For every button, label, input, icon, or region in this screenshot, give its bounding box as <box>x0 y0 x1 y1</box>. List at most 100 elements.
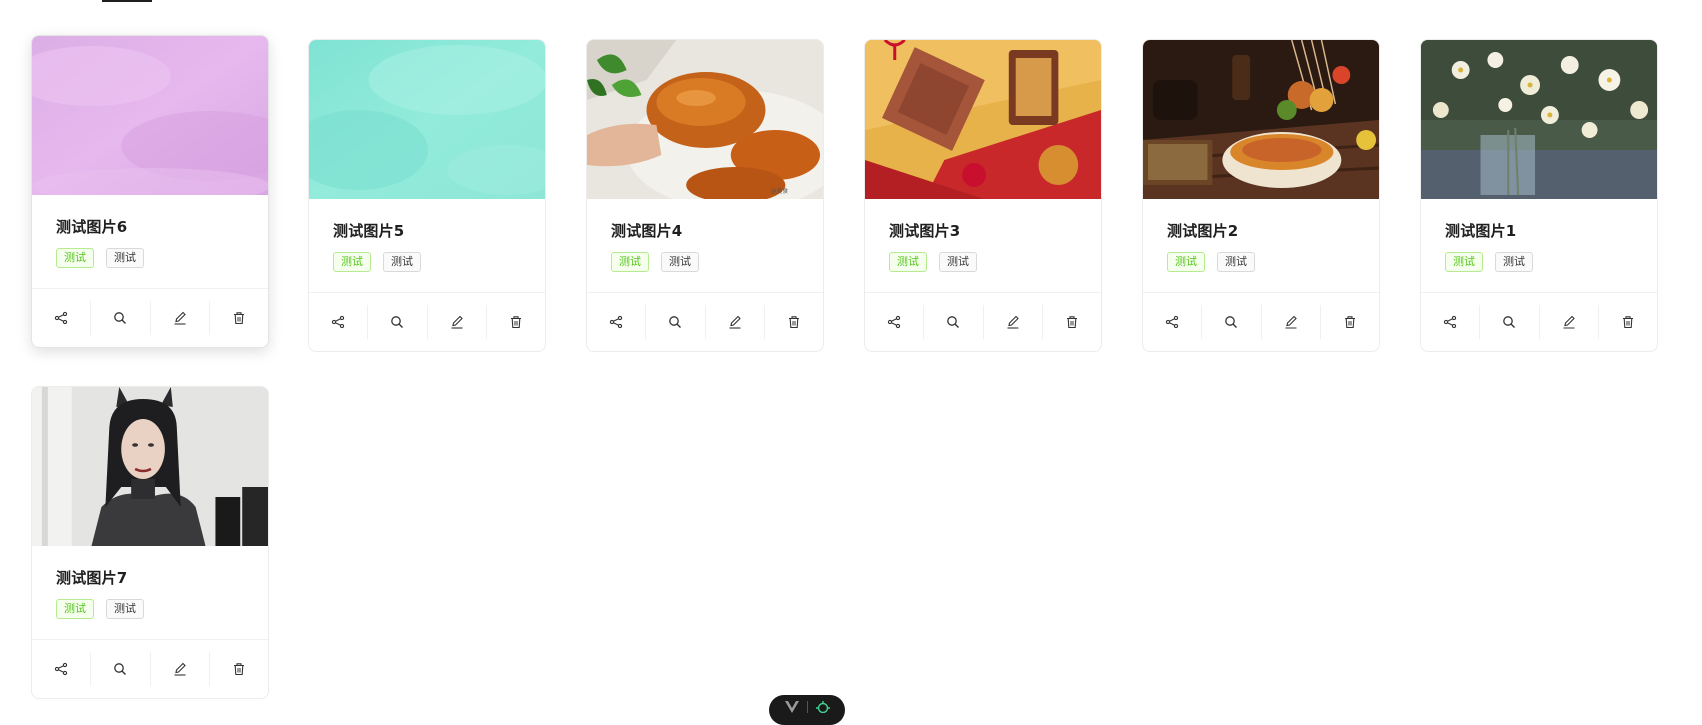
card-actions <box>32 288 268 347</box>
card-title: 测试图片4 <box>611 222 683 240</box>
share-icon <box>54 311 68 325</box>
share-button[interactable] <box>587 305 647 339</box>
image-card[interactable]: 测试图片5 测试 测试 <box>308 39 546 352</box>
card-image-portrait[interactable] <box>32 387 268 546</box>
card-image-pink-watercolor[interactable] <box>32 36 268 195</box>
image-card[interactable]: @美食 测试图片4 测试 测试 <box>586 39 824 352</box>
active-tab-indicator <box>102 0 152 2</box>
delete-button[interactable] <box>1043 305 1101 339</box>
search-icon <box>391 316 404 328</box>
share-icon <box>609 315 623 329</box>
preview-button[interactable] <box>924 305 984 339</box>
floating-devtools-bar[interactable] <box>769 695 845 725</box>
card-actions <box>1421 292 1657 351</box>
card-actions <box>865 292 1101 351</box>
card-title: 测试图片2 <box>1167 222 1239 240</box>
edit-icon <box>174 662 186 676</box>
delete-icon <box>233 663 244 676</box>
edit-icon <box>1563 315 1575 329</box>
tag-default: 测试 <box>106 248 144 268</box>
card-title: 测试图片6 <box>56 218 128 236</box>
card-image-skewer-dish[interactable] <box>1143 40 1379 199</box>
preview-button[interactable] <box>1480 305 1540 339</box>
delete-button[interactable] <box>210 301 268 335</box>
share-icon <box>1443 315 1457 329</box>
edit-icon <box>1007 315 1019 329</box>
card-title: 测试图片7 <box>56 569 128 587</box>
delete-icon <box>1622 316 1633 329</box>
tag-green: 测试 <box>56 599 94 619</box>
vue-logo-icon[interactable] <box>784 701 799 713</box>
tag-default: 测试 <box>383 252 421 272</box>
tag-green: 测试 <box>333 252 371 272</box>
share-icon <box>54 662 68 676</box>
preview-button[interactable] <box>91 652 151 686</box>
tag-green: 测试 <box>56 248 94 268</box>
edit-button[interactable] <box>706 305 765 339</box>
card-actions <box>309 292 545 351</box>
search-icon <box>114 663 127 675</box>
edit-icon <box>451 315 463 329</box>
delete-button[interactable] <box>1321 305 1379 339</box>
tag-default: 测试 <box>106 599 144 619</box>
edit-icon <box>729 315 741 329</box>
search-icon <box>114 312 127 324</box>
share-button[interactable] <box>309 305 369 339</box>
card-title: 测试图片1 <box>1445 222 1517 240</box>
card-image-flower-painting[interactable] <box>1421 40 1657 199</box>
image-card[interactable]: 测试图片3 测试 测试 <box>864 39 1102 352</box>
edit-icon <box>174 311 186 325</box>
share-button[interactable] <box>1421 305 1481 339</box>
edit-button[interactable] <box>1540 305 1599 339</box>
preview-button[interactable] <box>91 301 151 335</box>
card-image-teal-watercolor[interactable] <box>309 40 545 199</box>
share-button[interactable] <box>1143 305 1203 339</box>
crosshair-icon[interactable] <box>815 701 830 713</box>
tag-green: 测试 <box>611 252 649 272</box>
edit-button[interactable] <box>151 652 210 686</box>
tag-green: 测试 <box>889 252 927 272</box>
delete-button[interactable] <box>210 652 268 686</box>
card-image-red-gold-ornaments[interactable] <box>865 40 1101 199</box>
svg-text:@美食: @美食 <box>770 187 788 195</box>
delete-button[interactable] <box>1599 305 1657 339</box>
image-card[interactable]: 测试图片7 测试 测试 <box>31 386 269 699</box>
search-icon <box>1225 316 1238 328</box>
edit-button[interactable] <box>984 305 1043 339</box>
toolbar-divider <box>806 701 808 713</box>
preview-button[interactable] <box>1202 305 1262 339</box>
tag-green: 测试 <box>1445 252 1483 272</box>
tag-default: 测试 <box>661 252 699 272</box>
share-button[interactable] <box>32 652 92 686</box>
image-card[interactable]: 测试图片1 测试 测试 <box>1420 39 1658 352</box>
card-actions <box>1143 292 1379 351</box>
edit-button[interactable] <box>1262 305 1321 339</box>
edit-button[interactable] <box>151 301 210 335</box>
card-image-chicken-wings[interactable]: @美食 <box>587 40 823 199</box>
share-icon <box>331 315 345 329</box>
delete-icon <box>1344 316 1355 329</box>
share-button[interactable] <box>865 305 925 339</box>
share-icon <box>1165 315 1179 329</box>
delete-button[interactable] <box>765 305 823 339</box>
card-actions <box>32 639 268 698</box>
delete-icon <box>510 316 521 329</box>
search-icon <box>669 316 682 328</box>
card-title: 测试图片3 <box>889 222 961 240</box>
delete-icon <box>1066 316 1077 329</box>
delete-button[interactable] <box>487 305 545 339</box>
share-button[interactable] <box>32 301 92 335</box>
preview-button[interactable] <box>368 305 428 339</box>
card-title: 测试图片5 <box>333 222 405 240</box>
tag-green: 测试 <box>1167 252 1205 272</box>
image-card[interactable]: 测试图片6 测试 测试 <box>31 35 269 348</box>
image-card[interactable]: 测试图片2 测试 测试 <box>1142 39 1380 352</box>
tag-default: 测试 <box>939 252 977 272</box>
tag-default: 测试 <box>1217 252 1255 272</box>
search-icon <box>947 316 960 328</box>
search-icon <box>1503 316 1516 328</box>
card-actions <box>587 292 823 351</box>
delete-icon <box>788 316 799 329</box>
edit-button[interactable] <box>428 305 487 339</box>
preview-button[interactable] <box>646 305 706 339</box>
